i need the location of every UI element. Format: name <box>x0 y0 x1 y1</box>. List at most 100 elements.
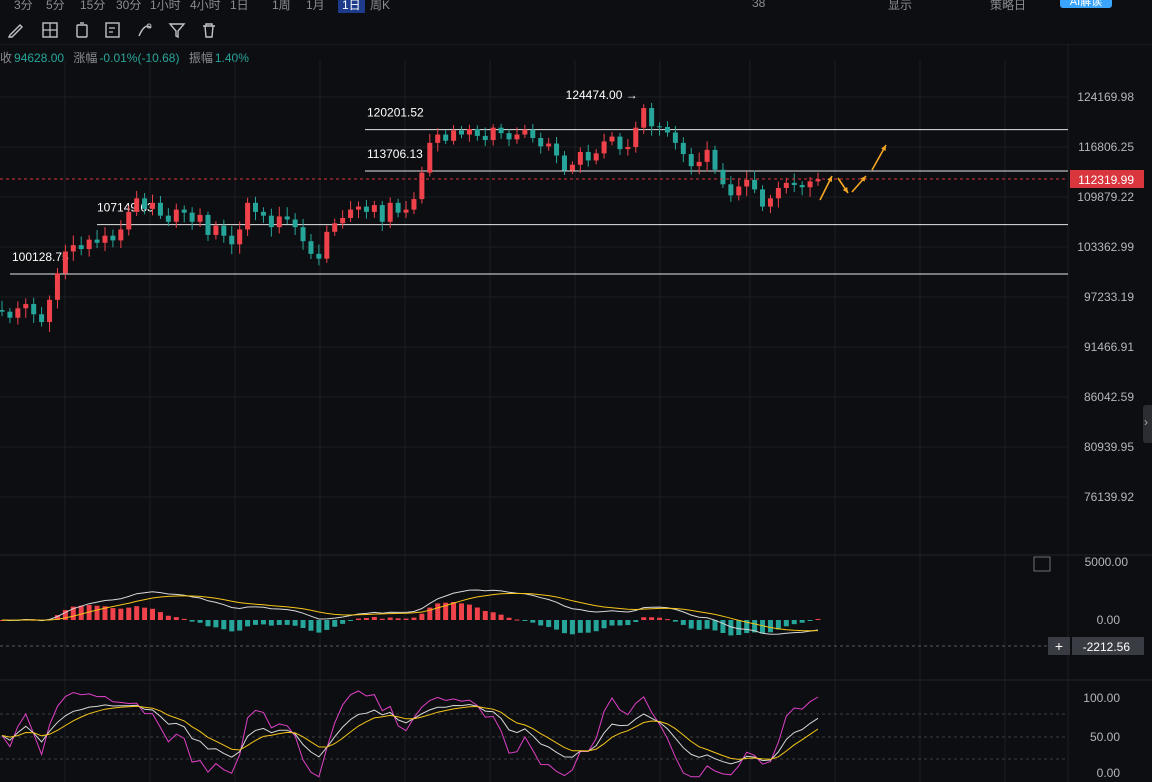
macd-bar-44 <box>348 620 354 621</box>
macd-bar-59 <box>466 604 472 620</box>
candle-body-26 <box>205 214 211 235</box>
candle-body-20 <box>157 202 163 216</box>
price-chart[interactable]: 124169.98 116806.25 109879.22 103362.99 9723… <box>0 0 1152 782</box>
macd-bar-68 <box>538 620 544 626</box>
macd-bar-39 <box>308 620 314 631</box>
kdj-tick-0: 100.00 <box>1083 691 1120 705</box>
candle-body-87 <box>688 154 694 167</box>
peak-label: 124474.00 → <box>566 88 638 102</box>
candle-body-94 <box>744 179 750 187</box>
level-label-3: 100128.75 <box>12 250 69 264</box>
candle-body-66 <box>522 129 528 135</box>
candle-body-15 <box>118 229 124 241</box>
candle-body-21 <box>165 215 171 222</box>
macd-bar-14 <box>110 608 116 620</box>
macd-bar-31 <box>245 620 251 627</box>
candle-body-71 <box>561 155 567 171</box>
y-tick-4: 97233.19 <box>1084 290 1134 304</box>
candle-body-60 <box>474 129 480 136</box>
candle-body-6 <box>47 299 53 323</box>
macd-bar-38 <box>300 620 306 628</box>
candle-body-47 <box>371 205 377 212</box>
candle-body-45 <box>356 206 362 210</box>
macd-bar-58 <box>458 603 464 620</box>
macd-bar-72 <box>569 620 575 635</box>
candle-body-90 <box>712 149 718 170</box>
macd-bar-82 <box>649 617 655 620</box>
macd-bar-41 <box>324 620 330 630</box>
candle-body-48 <box>379 205 385 222</box>
candle-body-33 <box>260 211 266 216</box>
candle-body-76 <box>601 141 607 154</box>
macd-bar-91 <box>720 620 726 633</box>
macd-bar-103 <box>815 618 821 620</box>
candle-body-22 <box>173 209 179 222</box>
candle-body-82 <box>649 108 655 127</box>
macd-bar-55 <box>435 603 441 620</box>
side-panel-toggle[interactable] <box>1143 405 1152 443</box>
macd-bar-49 <box>387 617 393 620</box>
macd-bar-47 <box>371 616 377 620</box>
macd-bar-17 <box>134 606 140 620</box>
macd-bar-61 <box>482 610 488 620</box>
macd-bar-62 <box>490 612 496 620</box>
candle-body-19 <box>150 202 156 209</box>
candle-body-42 <box>332 223 338 232</box>
macd-bar-75 <box>593 620 599 632</box>
candle-body-67 <box>530 129 536 138</box>
macd-bar-36 <box>284 620 290 625</box>
macd-bar-73 <box>577 620 583 633</box>
macd-bar-10 <box>78 605 84 620</box>
y-tick-7: 80939.95 <box>1084 440 1134 454</box>
candle-body-58 <box>458 130 464 135</box>
macd-bar-27 <box>213 620 219 628</box>
candle-body-9 <box>70 245 76 252</box>
candle-body-78 <box>617 136 623 150</box>
candle-body-68 <box>538 137 544 147</box>
macd-bar-24 <box>189 620 195 622</box>
macd-bar-69 <box>546 620 552 627</box>
candle-body-0 <box>0 310 5 312</box>
macd-bar-85 <box>672 620 678 622</box>
macd-bar-26 <box>205 620 211 627</box>
macd-bar-93 <box>736 620 742 636</box>
candle-body-39 <box>308 241 314 254</box>
candle-body-100 <box>791 182 797 186</box>
candle-body-10 <box>78 245 84 250</box>
level-label-1: 113706.13 <box>367 147 423 161</box>
candle-body-102 <box>807 181 813 188</box>
candle-body-37 <box>292 219 298 228</box>
candle-body-77 <box>609 136 615 142</box>
macd-bar-19 <box>150 608 156 620</box>
candle-body-40 <box>316 253 322 259</box>
candle-body-2 <box>15 308 21 318</box>
kdj-k-line <box>1 703 819 765</box>
candle-body-74 <box>585 151 591 161</box>
candle-body-36 <box>284 216 290 220</box>
candle-body-29 <box>229 235 235 245</box>
y-tick-1: 116806.25 <box>1078 140 1134 154</box>
y-tick-8: 76139.92 <box>1084 490 1134 504</box>
candle-body-12 <box>94 239 100 243</box>
candle-body-41 <box>324 231 330 259</box>
candle-body-52 <box>411 199 417 210</box>
macd-bar-46 <box>363 618 369 620</box>
candle-body-65 <box>514 134 520 140</box>
kdj-j-line <box>1 690 819 778</box>
macd-bar-57 <box>451 602 457 620</box>
candle-body-27 <box>213 225 219 235</box>
macd-tick-1: 0.00 <box>1097 613 1121 627</box>
candle-body-1 <box>7 311 13 318</box>
candle-body-59 <box>466 129 472 135</box>
candle-body-92 <box>728 184 734 196</box>
candle-body-14 <box>110 235 116 241</box>
macd-bar-81 <box>641 617 647 620</box>
macd-dif-line <box>1 589 819 635</box>
macd-bar-53 <box>419 613 425 620</box>
macd-bar-88 <box>696 620 702 630</box>
candle-body-43 <box>340 217 346 224</box>
macd-bar-21 <box>165 615 171 620</box>
candle-body-51 <box>403 209 409 213</box>
candle-body-32 <box>253 202 259 212</box>
candle-body-86 <box>680 142 686 155</box>
